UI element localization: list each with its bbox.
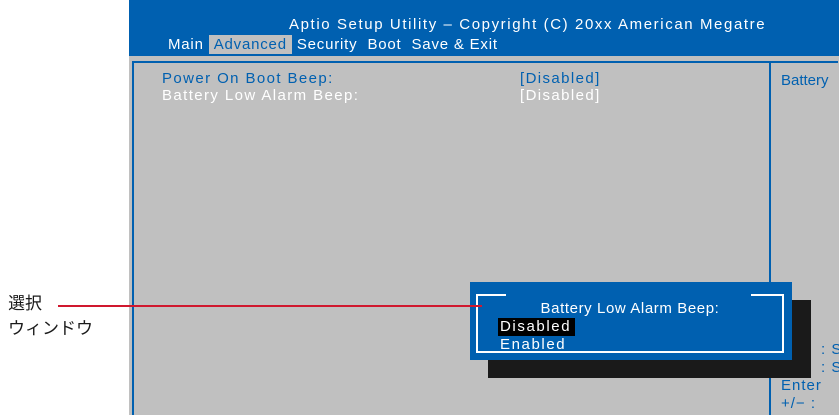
annotation-caption: 選択 ウィンドウ xyxy=(8,292,93,342)
key-hint-enter: Enter xyxy=(781,377,822,394)
selection-popup: Battery Low Alarm Beep: Disabled Enabled xyxy=(470,282,792,360)
annotation-leader-line xyxy=(58,305,482,307)
setting-label: Battery Low Alarm Beep: xyxy=(162,87,360,104)
setting-value[interactable]: [Disabled] xyxy=(520,87,601,105)
menu-advanced[interactable]: Advanced xyxy=(208,35,292,54)
menu-main[interactable]: Main xyxy=(163,35,209,54)
option-disabled[interactable]: Disabled xyxy=(498,318,576,336)
setting-label: Power On Boot Beep: xyxy=(162,70,334,87)
menu-boot[interactable]: Boot xyxy=(362,35,406,54)
annotation-line-2: ウィンドウ xyxy=(8,319,93,339)
menu-security[interactable]: Security xyxy=(292,35,363,54)
bios-setup-screen: Aptio Setup Utility – Copyright (C) 20xx… xyxy=(129,0,839,415)
popup-border: Battery Low Alarm Beep: Disabled Enabled xyxy=(476,294,784,353)
bios-header: Aptio Setup Utility – Copyright (C) 20xx… xyxy=(129,0,839,56)
annotation-line-1: 選択 xyxy=(8,294,42,314)
menu-bar: Main Advanced Security Boot Save & Exit xyxy=(163,35,503,54)
help-title: Battery xyxy=(781,72,829,89)
header-title: Aptio Setup Utility – Copyright (C) 20xx… xyxy=(289,16,767,33)
menu-save-exit[interactable]: Save & Exit xyxy=(407,35,503,54)
setting-value[interactable]: [Disabled] xyxy=(520,70,601,88)
key-hint-plus-minus: +/− : xyxy=(781,395,817,412)
option-enabled[interactable]: Enabled xyxy=(498,336,570,354)
popup-title: Battery Low Alarm Beep: xyxy=(540,300,720,317)
